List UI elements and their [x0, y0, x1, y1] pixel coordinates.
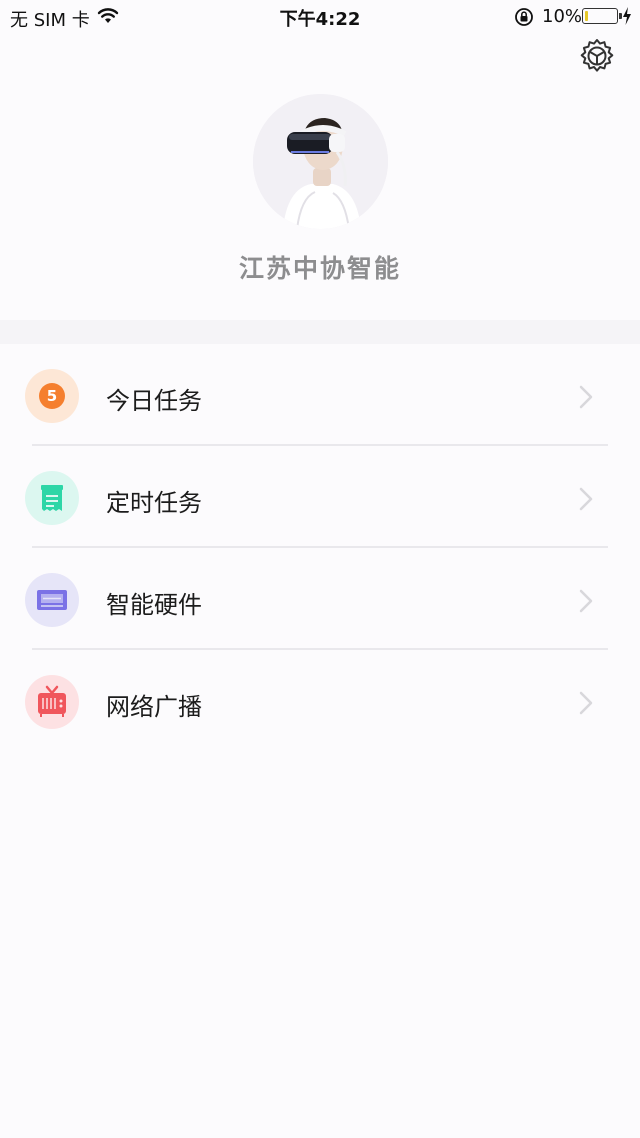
today-task-count-badge: 5: [39, 383, 65, 409]
menu-item-smart-hardware[interactable]: 智能硬件: [0, 548, 640, 650]
section-divider: [0, 320, 640, 344]
today-task-icon: 5: [25, 369, 79, 423]
chevron-right-icon: [579, 589, 593, 613]
gear-icon: [580, 39, 614, 72]
charging-icon: [623, 7, 631, 25]
menu-item-scheduled-task[interactable]: 定时任务: [0, 446, 640, 548]
chevron-right-icon: [579, 487, 593, 511]
menu-list: 5 今日任务 定时任务 智能硬件 网络广播: [0, 344, 640, 752]
rotation-lock-icon: [515, 8, 533, 26]
battery-icon: [582, 8, 622, 24]
chevron-right-icon: [579, 691, 593, 715]
hardware-icon: [25, 573, 79, 627]
avatar[interactable]: [253, 94, 388, 229]
menu-item-label: 网络广播: [106, 693, 202, 721]
menu-item-network-broadcast[interactable]: 网络广播: [0, 650, 640, 752]
menu-item-label: 今日任务: [106, 387, 202, 415]
avatar-image: [253, 94, 388, 229]
scheduled-task-icon: [25, 471, 79, 525]
menu-item-label: 定时任务: [106, 489, 202, 517]
battery-percent: 10%: [542, 6, 583, 27]
settings-button[interactable]: [578, 37, 616, 75]
chevron-right-icon: [579, 385, 593, 409]
company-name: 江苏中协智能: [238, 254, 401, 283]
menu-item-today-task[interactable]: 5 今日任务: [0, 344, 640, 446]
broadcast-tv-icon: [25, 675, 79, 729]
status-bar: 无 SIM 卡 下午4:22 10%: [0, 0, 640, 34]
menu-item-label: 智能硬件: [106, 591, 202, 619]
